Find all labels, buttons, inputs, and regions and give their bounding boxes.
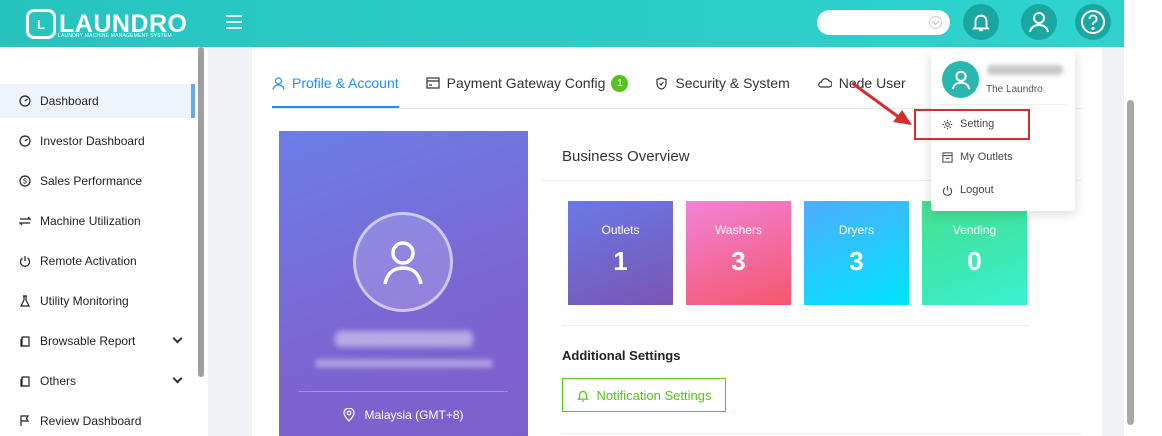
profile-email-redacted [315,359,493,368]
sidebar-item-others[interactable]: Others [0,364,195,398]
section-divider [562,325,1030,326]
notification-settings-button[interactable]: Notification Settings [562,378,726,412]
menu-divider [939,104,1067,105]
user-company: The Laundro [986,84,1043,95]
sidebar-item-machine-utilization[interactable]: Machine Utilization [0,204,195,238]
tab-label: Payment Gateway Config [446,75,606,91]
sidebar-item-label: Review Dashboard [40,414,142,428]
section-divider [562,433,1082,434]
sidebar-item-label: Sales Performance [40,174,143,188]
shop-icon [942,151,953,163]
sidebar-item-label: Remote Activation [40,254,137,268]
sidebar-item-browsable-report[interactable]: Browsable Report [0,324,195,358]
outlet-select[interactable] [817,10,950,35]
bell-icon [576,389,589,402]
cloud-icon [817,77,832,89]
stat-card-dryers: Dryers 3 [804,201,909,305]
power-icon [942,185,953,196]
button-label: Notification Settings [596,387,712,403]
profile-location: Malaysia (GMT+8) [279,408,528,422]
menu-toggle-icon[interactable] [226,15,242,31]
stat-value: 1 [613,246,628,276]
annotation-highlight-box [914,109,1030,140]
tab-label: Profile & Account [292,75,399,91]
help-icon[interactable] [1075,4,1111,40]
notification-badge: 1 [611,74,629,92]
brand-tagline: LAUNDRY MACHINE MANAGEMENT SYSTEM [58,33,172,39]
stat-value: 0 [967,246,982,276]
stat-label: Outlets [601,223,640,237]
menu-item-my-outlets[interactable]: My Outlets [942,147,1013,167]
profile-name-redacted [335,331,473,347]
menu-item-label: My Outlets [960,151,1013,163]
sidebar-item-sales-performance[interactable]: $ Sales Performance [0,164,195,198]
svg-text:$: $ [23,179,27,186]
user-avatar-icon[interactable] [1021,4,1057,40]
menu-item-label: Logout [960,184,994,196]
user-name-redacted [987,65,1063,75]
stat-label: Washers [715,223,762,237]
sidebar-item-investor-dashboard[interactable]: Investor Dashboard [0,124,195,158]
business-overview-title: Business Overview [562,148,690,165]
sidebar-item-review-dashboard[interactable]: Review Dashboard [0,404,195,436]
user-icon [272,76,285,90]
menu-item-logout[interactable]: Logout [942,180,994,200]
brand-logo[interactable]: L LAUNDRO LAUNDRY MACHINE MANAGEMENT SYS… [26,9,188,39]
chevron-down-icon[interactable] [172,333,183,344]
chevron-down-icon [929,16,942,29]
tab-node-user[interactable]: Node User [817,71,906,95]
gauge-icon [19,135,31,147]
top-header: L LAUNDRO LAUNDRY MACHINE MANAGEMENT SYS… [0,0,1124,47]
flag-icon [19,415,31,427]
stat-card-washers: Washers 3 [686,201,791,305]
sidebar-item-label: Investor Dashboard [40,134,145,148]
avatar[interactable] [353,212,453,312]
sidebar-item-utility-monitoring[interactable]: Utility Monitoring [0,284,195,318]
flask-icon [19,295,31,307]
additional-settings-title: Additional Settings [562,348,681,363]
sidebar-item-label: Browsable Report [40,334,136,348]
logo-badge: L [26,9,56,39]
sidebar-item-dashboard[interactable]: Dashboard [0,84,195,118]
tab-payment-gateway[interactable]: Payment Gateway Config 1 [426,71,629,95]
stat-value: 3 [849,246,864,276]
sidebar-item-remote-activation[interactable]: Remote Activation [0,244,195,278]
stat-card-vending: Vending 0 [922,201,1027,305]
copy-icon [19,335,31,347]
window-scrollbar[interactable] [1124,0,1162,436]
chevron-down-icon[interactable] [172,373,183,384]
scrollbar-thumb[interactable] [1127,100,1134,425]
card-divider [299,391,508,392]
location-pin-icon [343,408,356,422]
tab-security-system[interactable]: Security & System [655,71,790,95]
sidebar: Dashboard Investor Dashboard $ Sales Per… [0,47,208,436]
settings-tabs: Profile & Account Payment Gateway Config… [272,71,989,109]
sidebar-item-label: Dashboard [40,94,99,108]
sidebar-item-label: Utility Monitoring [40,294,129,308]
avatar [942,61,979,98]
bell-icon[interactable] [963,4,999,40]
swap-icon [19,215,31,227]
profile-card: Malaysia (GMT+8) [279,131,528,436]
stat-card-outlets: Outlets 1 [568,201,673,305]
copy-icon [19,375,31,387]
user-icon [951,70,970,89]
sidebar-item-label: Machine Utilization [40,214,141,228]
brand-name: LAUNDRO [59,10,188,38]
sidebar-scrollbar[interactable] [198,47,204,377]
shield-icon [655,76,668,90]
stat-label: Vending [952,223,997,237]
sidebar-item-label: Others [40,374,77,388]
tab-profile-account[interactable]: Profile & Account [272,71,399,108]
tab-label: Node User [838,75,906,91]
gauge-icon [19,95,31,107]
user-icon [383,241,423,285]
tab-label: Security & System [675,75,790,91]
stat-value: 3 [731,246,746,276]
dollar-circle-icon: $ [19,175,31,187]
stat-label: Dryers [838,223,875,237]
card-icon [426,77,440,89]
location-label: Malaysia (GMT+8) [364,408,464,422]
power-icon [19,255,31,267]
